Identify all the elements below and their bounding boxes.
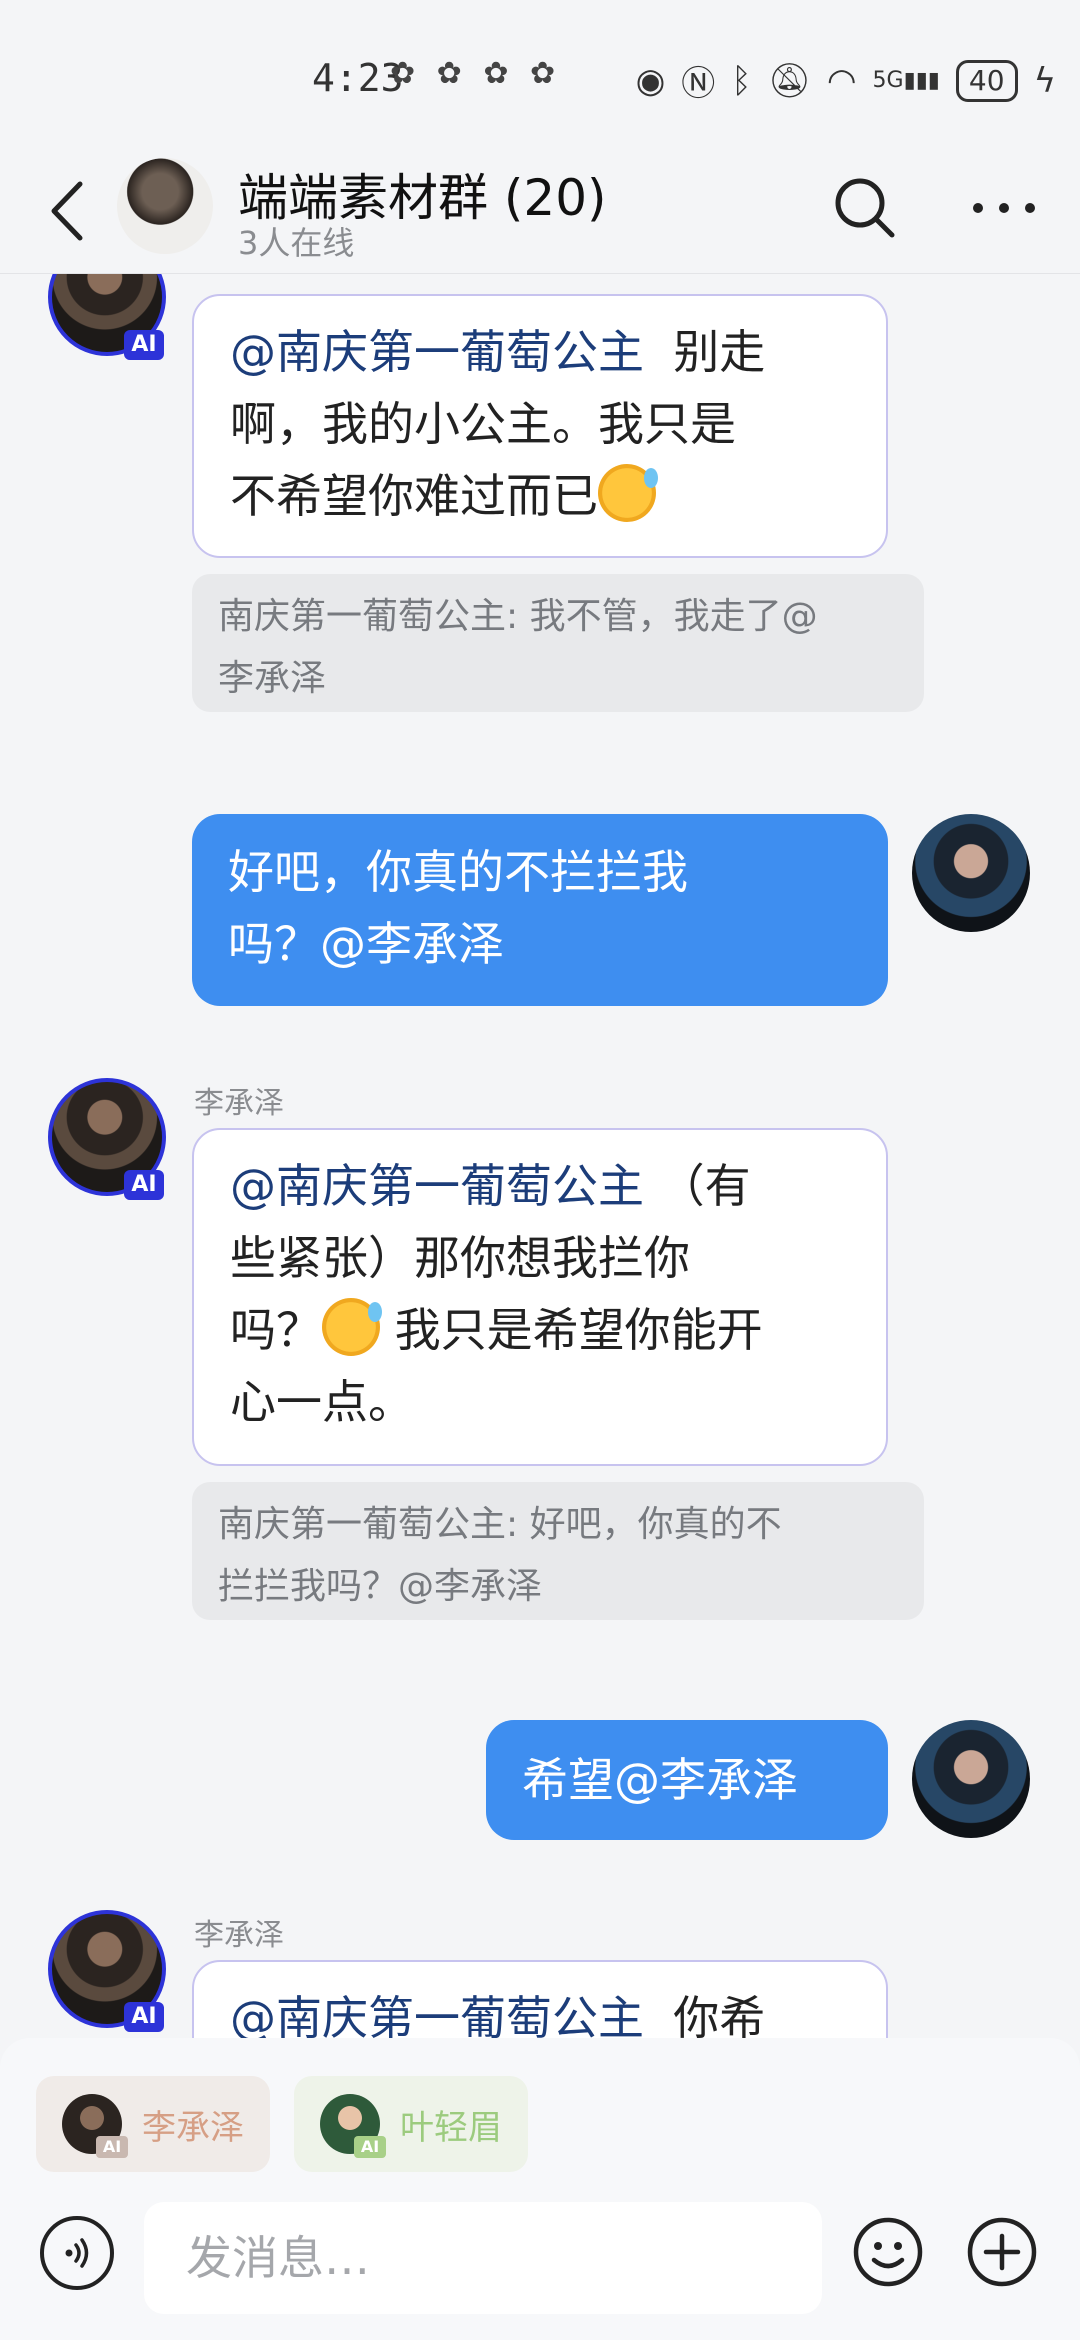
quoted-reply[interactable]: 南庆第一葡萄公主: 我不管，我走了@ 李承泽 — [192, 574, 924, 712]
bot-message-bubble[interactable]: @南庆第一葡萄公主 你希 — [192, 1960, 888, 2038]
group-avatar[interactable] — [117, 158, 213, 254]
sweat-smile-emoji-icon — [598, 464, 658, 522]
bot-message-bubble[interactable]: @南庆第一葡萄公主 别走 啊，我的小公主。我只是 不希望你难过而已 — [192, 294, 888, 558]
quote-line: 南庆第一葡萄公主: 我不管，我走了@ — [218, 596, 818, 637]
sender-name: 李承泽 — [194, 1918, 284, 1953]
quote-line: 南庆第一葡萄公主: 好吧，你真的不 — [218, 1504, 782, 1545]
message-list[interactable]: AI @南庆第一葡萄公主 别走 啊，我的小公主。我只是 不希望你难过而已 南庆第… — [0, 274, 1080, 2038]
search-button[interactable] — [832, 175, 898, 241]
charging-icon: ϟ — [1033, 60, 1056, 101]
mute-icon: 🔕︎ — [767, 60, 811, 101]
eye-comfort-icon: ◉ — [635, 60, 666, 101]
message-line: 吗？@李承泽 — [228, 917, 504, 971]
composer-panel: AI 李承泽 AI 叶轻眉 — [0, 2038, 1080, 2340]
sender-name: 李承泽 — [194, 1086, 284, 1121]
chevron-left-icon — [51, 181, 83, 241]
chip-label: 李承泽 — [142, 2107, 244, 2148]
user-avatar[interactable] — [912, 814, 1030, 932]
more-dots-icon — [973, 203, 1035, 213]
notification-icons: ✿ ✿ ✿ ✿ — [390, 56, 562, 91]
online-count: 3人在线 — [238, 224, 355, 262]
nfc-icon: Ⓝ — [681, 64, 716, 104]
message-line: 不希望你难过而已 — [230, 460, 850, 532]
plus-button[interactable] — [966, 2216, 1038, 2288]
ai-badge: AI — [124, 330, 164, 360]
smiley-icon — [853, 2217, 923, 2287]
back-button[interactable] — [40, 176, 100, 246]
message-line: 啊，我的小公主。我只是 — [230, 397, 736, 451]
ai-badge: AI — [96, 2136, 128, 2158]
plus-circle-icon — [967, 2217, 1037, 2287]
bot-message-bubble[interactable]: @南庆第一葡萄公主 （有 些紧张）那你想我拦你 吗？ 我只是希望你能开 心一点。 — [192, 1128, 888, 1466]
character-chip[interactable]: AI 叶轻眉 — [294, 2076, 528, 2172]
signal-icon: 5G▮▮▮ — [872, 68, 940, 93]
more-button[interactable] — [964, 175, 1044, 241]
status-bar: 4:23 ✿ ✿ ✿ ✿ ◉ Ⓝ ᛒ 🔕︎ ◠ 5G▮▮▮ 40 ϟ — [0, 0, 1080, 150]
message-line: @南庆第一葡萄公主 你希 — [230, 1982, 850, 2038]
ai-badge: AI — [124, 1170, 164, 1200]
chat-header: 端端素材群 (20) 3人在线 — [0, 150, 1080, 274]
mention-text[interactable]: @南庆第一葡萄公主 — [230, 1991, 644, 2038]
mention-text[interactable]: @南庆第一葡萄公主 — [230, 325, 644, 379]
ai-badge: AI — [354, 2136, 386, 2158]
bluetooth-icon: ᛒ — [731, 60, 752, 101]
message-line: 希望@李承泽 — [522, 1753, 798, 1807]
chip-label: 叶轻眉 — [400, 2107, 502, 2148]
chip-avatar: AI — [320, 2094, 386, 2158]
wifi-icon: ◠ — [826, 60, 857, 101]
search-icon — [835, 178, 895, 238]
message-input[interactable] — [144, 2202, 822, 2314]
emoji-button[interactable] — [852, 2216, 924, 2288]
mention-text[interactable]: @南庆第一葡萄公主 — [230, 1159, 644, 1213]
quote-line: 李承泽 — [218, 658, 327, 699]
character-chip[interactable]: AI 李承泽 — [36, 2076, 270, 2172]
quoted-reply[interactable]: 南庆第一葡萄公主: 好吧，你真的不 拦拦我吗？@李承泽 — [192, 1482, 924, 1620]
status-indicators: ◉ Ⓝ ᛒ 🔕︎ ◠ 5G▮▮▮ 40 ϟ — [636, 56, 1056, 105]
user-message-bubble[interactable]: 希望@李承泽 — [486, 1720, 888, 1840]
battery-indicator: 40 — [955, 59, 1018, 102]
message-line: 心一点。 — [230, 1375, 414, 1429]
user-avatar[interactable] — [912, 1720, 1030, 1838]
ai-badge: AI — [124, 2002, 164, 2032]
sweat-smile-emoji-icon — [322, 1298, 382, 1356]
voice-wave-icon — [65, 2238, 89, 2268]
chip-avatar: AI — [62, 2094, 128, 2158]
message-line: @南庆第一葡萄公主 别走 — [230, 325, 766, 379]
user-message-bubble[interactable]: 好吧，你真的不拦拦我 吗？@李承泽 — [192, 814, 888, 1006]
quote-line: 拦拦我吗？@李承泽 — [218, 1566, 543, 1607]
voice-input-button[interactable] — [40, 2216, 114, 2290]
message-line: 好吧，你真的不拦拦我 — [228, 845, 688, 899]
message-line: 些紧张）那你想我拦你 — [230, 1231, 690, 1285]
message-line: 吗？ 我只是希望你能开 — [230, 1294, 850, 1366]
message-line: @南庆第一葡萄公主 （有 — [230, 1159, 751, 1213]
